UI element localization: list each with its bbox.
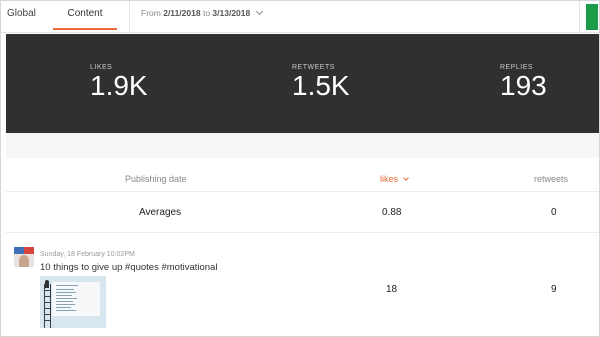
column-header-likes-label: likes — [380, 174, 399, 184]
date-range-start: 2/11/2018 — [163, 8, 201, 18]
divider — [579, 1, 580, 32]
analytics-window: Global Content From 2/11/2018 to 3/13/20… — [0, 0, 600, 337]
top-tab-bar: Global Content From 2/11/2018 to 3/13/20… — [1, 1, 599, 33]
post-date: Sunday, 18 February 10:02PM — [40, 251, 135, 258]
tab-global[interactable]: Global — [7, 1, 36, 32]
table-header: Publishing date likes retweets — [6, 158, 599, 192]
tab-global-label: Global — [7, 8, 36, 19]
date-range-prefix: From — [141, 8, 161, 18]
chevron-down-icon — [403, 175, 409, 181]
stat-replies-value: 193 — [500, 70, 547, 101]
chevron-down-icon — [255, 7, 263, 16]
averages-label: Averages — [139, 207, 182, 218]
tab-content-label: Content — [67, 8, 103, 19]
post-likes: 18 — [386, 284, 398, 295]
averages-likes: 0.88 — [382, 207, 402, 218]
avatar — [14, 247, 34, 267]
date-range-connector: to — [202, 8, 211, 18]
stats-panel: LIKES 1.9K RETWEETS 1.5K REPLIES 193 — [6, 34, 599, 133]
section-spacer — [6, 133, 599, 158]
post-image-thumbnail[interactable] — [40, 276, 106, 328]
table-row[interactable]: Sunday, 18 February 10:02PM 10 things to… — [6, 234, 599, 336]
stat-retweets-value: 1.5K — [292, 70, 350, 101]
date-range-end: 3/13/2018 — [212, 8, 251, 18]
tab-content[interactable]: Content — [53, 1, 117, 32]
content-table: Publishing date likes retweets Averages … — [6, 158, 599, 336]
post-retweets: 9 — [551, 284, 557, 295]
status-indicator — [586, 4, 598, 30]
active-tab-indicator — [53, 28, 117, 30]
averages-retweets: 0 — [551, 207, 557, 218]
averages-row: Averages 0.88 0 — [6, 193, 599, 233]
date-range-picker[interactable]: From 2/11/2018 to 3/13/2018 — [141, 1, 263, 27]
stat-likes-value: 1.9K — [90, 70, 148, 101]
post-text: 10 things to give up #quotes #motivation… — [40, 262, 218, 273]
divider — [129, 1, 130, 32]
